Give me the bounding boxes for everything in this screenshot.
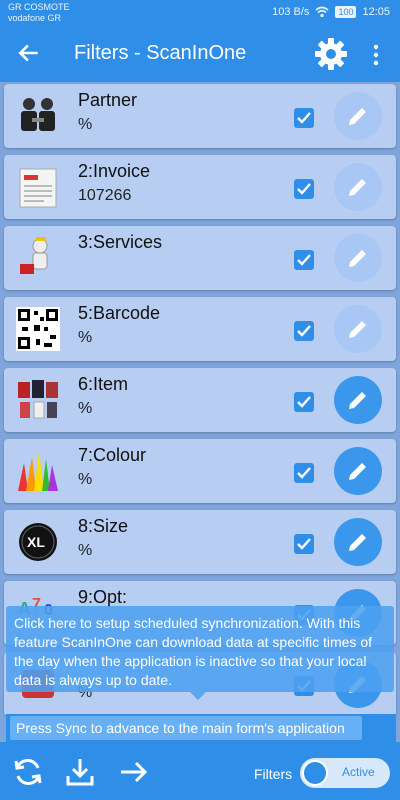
- pencil-icon: [349, 321, 366, 338]
- wifi-icon: [315, 6, 329, 18]
- row-title: 7:Colour: [78, 445, 147, 465]
- checkmark-icon: [297, 538, 311, 550]
- filter-row-services[interactable]: 3:Services: [4, 226, 396, 290]
- bottom-bar: Filters Active: [0, 742, 400, 800]
- carrier-primary: GR COSMOTE: [8, 2, 70, 12]
- page-title: Filters - ScanInOne: [74, 42, 247, 64]
- barcode-icon: [16, 307, 60, 351]
- row-title: 9:Opt:: [78, 587, 128, 607]
- row-value: %: [78, 471, 93, 488]
- checkmark-icon: [297, 396, 311, 408]
- services-icon: [20, 237, 48, 274]
- checkmark-icon: [297, 183, 311, 195]
- pencil-icon: [349, 392, 366, 409]
- row-title: 6:Item: [78, 374, 129, 394]
- row-title: 8:Size: [78, 516, 129, 536]
- sync-icon[interactable]: [12, 756, 44, 788]
- edit-button[interactable]: [334, 376, 382, 424]
- checkmark-icon: [297, 254, 311, 266]
- pencil-icon: [349, 179, 366, 196]
- row-value: %: [78, 116, 93, 133]
- colour-icon: [18, 451, 58, 491]
- filter-row-item[interactable]: 6:Item %: [4, 368, 396, 432]
- row-value: 107266: [78, 187, 132, 204]
- edit-button[interactable]: [334, 518, 382, 566]
- partner-icon: [21, 98, 55, 131]
- enable-checkbox[interactable]: [294, 534, 314, 554]
- status-right: 103 B/s 100 12:05: [272, 6, 390, 18]
- row-title: 3:Services: [78, 232, 163, 252]
- row-value: %: [78, 329, 93, 346]
- row-value: %: [78, 542, 93, 559]
- row-title: 2:Invoice: [78, 161, 151, 181]
- pencil-icon: [349, 108, 366, 125]
- filter-row-invoice[interactable]: 2:Invoice 107266: [4, 155, 396, 219]
- carrier-secondary: vodafone GR: [8, 13, 62, 23]
- filter-row-colour[interactable]: 7:Colour %: [4, 439, 396, 503]
- filter-row-barcode[interactable]: 5:Barcode %: [4, 297, 396, 361]
- app-bar: Filters - ScanInOne: [0, 28, 400, 82]
- gear-icon[interactable]: [313, 36, 349, 72]
- checkmark-icon: [297, 112, 311, 124]
- toggle-label: Active: [342, 765, 375, 779]
- row-title: 5:Barcode: [78, 303, 161, 323]
- carrier-info: GR COSMOTE vodafone GR: [8, 2, 70, 24]
- active-toggle[interactable]: Active: [300, 758, 390, 788]
- svg-text:XL: XL: [27, 534, 45, 550]
- edit-button[interactable]: [334, 447, 382, 495]
- edit-button[interactable]: [334, 163, 382, 211]
- network-speed: 103 B/s: [272, 6, 310, 18]
- pencil-icon: [349, 463, 366, 480]
- edit-button[interactable]: [334, 305, 382, 353]
- sync-schedule-tooltip: Click here to setup scheduled synchroniz…: [6, 606, 394, 692]
- enable-checkbox[interactable]: [294, 321, 314, 341]
- filter-row-size[interactable]: XL 8:Size %: [4, 510, 396, 574]
- enable-checkbox[interactable]: [294, 250, 314, 270]
- size-icon: XL: [19, 523, 57, 561]
- toggle-knob: [302, 760, 328, 786]
- sync-hint-text: Press Sync to advance to the main form's…: [10, 716, 362, 740]
- pencil-icon: [349, 534, 366, 551]
- tooltip-arrow: [190, 692, 206, 700]
- row-title: Partner: [78, 90, 138, 110]
- edit-button[interactable]: [334, 92, 382, 140]
- edit-button[interactable]: [334, 234, 382, 282]
- sync-hint-bar: Press Sync to advance to the main form's…: [6, 714, 396, 742]
- status-bar: GR COSMOTE vodafone GR 103 B/s 100 12:05: [0, 0, 400, 28]
- enable-checkbox[interactable]: [294, 179, 314, 199]
- enable-checkbox[interactable]: [294, 108, 314, 128]
- row-value: %: [78, 400, 93, 417]
- checkmark-icon: [297, 467, 311, 479]
- pencil-icon: [349, 250, 366, 267]
- arrow-right-icon[interactable]: [118, 756, 150, 788]
- enable-checkbox[interactable]: [294, 392, 314, 412]
- invoice-icon: [19, 168, 57, 208]
- checkmark-icon: [297, 325, 311, 337]
- battery-indicator: 100: [335, 6, 357, 18]
- more-vertical-icon[interactable]: [368, 42, 384, 68]
- enable-checkbox[interactable]: [294, 463, 314, 483]
- download-icon[interactable]: [64, 756, 96, 788]
- back-arrow-icon[interactable]: [16, 40, 42, 66]
- item-icon: [18, 380, 58, 419]
- filter-row-partner[interactable]: Partner %: [4, 84, 396, 148]
- clock: 12:05: [362, 6, 390, 18]
- filters-label: Filters: [254, 766, 293, 782]
